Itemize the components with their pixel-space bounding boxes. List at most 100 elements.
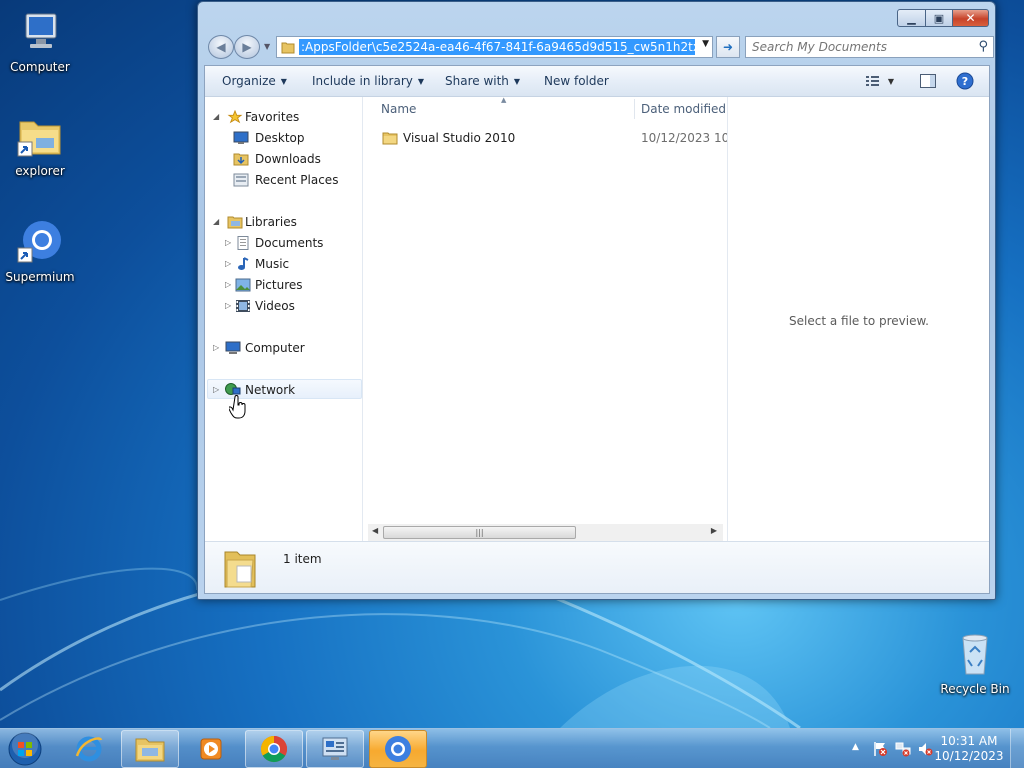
libraries-icon [227, 216, 243, 229]
minimize-icon: ▁ [907, 11, 916, 25]
folder-icon [281, 42, 295, 54]
volume-muted-icon[interactable] [917, 741, 933, 757]
show-hidden-icons-arrow-icon[interactable]: ▲ [852, 742, 859, 752]
taskbar: ▲ 10:31 AM 10/12/2023 [0, 728, 1024, 768]
include-in-library-button[interactable]: Include in library ▼ [312, 74, 424, 88]
forward-button[interactable]: ▶ [234, 35, 260, 59]
recent-places-icon [233, 173, 249, 187]
windows-orb-icon [8, 732, 42, 766]
horizontal-scrollbar[interactable]: ◀ ||| ▶ [368, 524, 723, 541]
explorer-client-area: Organize ▼ Include in library ▼ Share with… [204, 65, 990, 594]
supermium-icon [385, 736, 411, 762]
taskbar-internet-explorer[interactable] [60, 730, 118, 768]
caption-buttons: ▁ ▣ ✕ [897, 9, 989, 27]
chevron-down-icon: ▼ [417, 77, 425, 86]
taskbar-clock[interactable]: 10:31 AM 10/12/2023 [934, 734, 1004, 764]
go-arrow-icon: ➜ [722, 40, 734, 54]
maximize-icon: ▣ [933, 11, 945, 25]
back-arrow-icon: ◀ [216, 40, 226, 54]
collapsed-arrow-icon: ▷ [225, 301, 232, 310]
supermium-icon [16, 218, 64, 266]
taskbar-windows-explorer[interactable] [121, 730, 179, 768]
recycle-bin-icon [951, 630, 999, 678]
media-player-icon [200, 738, 222, 760]
address-path[interactable]: :AppsFolder\c5e2524a-ea46-4f67-841f-6a94… [299, 39, 695, 55]
address-bar[interactable]: :AppsFolder\c5e2524a-ea46-4f67-841f-6a94… [276, 36, 713, 58]
documents-icon [237, 236, 249, 250]
system-tray: ▲ 10:31 AM 10/12/2023 [834, 729, 1024, 768]
tree-item-favorites[interactable]: ◢ Favorites [213, 107, 361, 127]
desktop-icon-recycle-bin[interactable]: Recycle Bin [935, 630, 1015, 696]
hand-cursor-icon [229, 395, 246, 419]
item-count: 1 item [283, 552, 322, 566]
network-status-icon[interactable] [895, 741, 911, 757]
preview-pane: Select a file to preview. [727, 97, 989, 541]
expanded-arrow-icon: ◢ [213, 217, 220, 226]
help-button[interactable]: ? [955, 72, 975, 90]
svg-text:?: ? [962, 75, 968, 88]
scroll-right-arrow-icon[interactable]: ▶ [711, 526, 717, 535]
change-view-button[interactable]: ▼ [863, 72, 897, 90]
file-name: Visual Studio 2010 [403, 131, 516, 145]
clock-time: 10:31 AM [940, 734, 998, 748]
tree-item-computer[interactable]: ▷ Computer [213, 338, 361, 358]
desktop-icon [233, 131, 249, 144]
taskbar-control-panel[interactable] [306, 730, 364, 768]
preview-pane-icon [920, 74, 936, 88]
action-center-flag-icon[interactable] [872, 741, 888, 757]
minimize-button[interactable]: ▁ [897, 9, 926, 27]
file-list-pane: ▲ Name Date modified Visual Studio 2010 … [364, 96, 727, 541]
preview-pane-button[interactable] [918, 72, 938, 90]
tree-item-libraries[interactable]: ◢ Libraries [213, 212, 361, 232]
column-header-name[interactable]: Name [381, 97, 416, 121]
taskbar-chrome[interactable] [245, 730, 303, 768]
new-folder-button[interactable]: New folder [544, 74, 609, 88]
show-desktop-button[interactable] [1010, 729, 1024, 768]
file-row[interactable]: Visual Studio 2010 [382, 128, 642, 148]
sort-arrow-icon: ▲ [501, 96, 507, 104]
go-button[interactable]: ➜ [716, 36, 740, 58]
chevron-down-icon: ▼ [513, 77, 521, 86]
column-separator[interactable] [634, 99, 635, 119]
organize-button[interactable]: Organize ▼ [222, 74, 287, 88]
computer-icon [16, 8, 64, 56]
address-dropdown-icon[interactable]: ▼ [702, 39, 709, 49]
windows-explorer-icon [135, 738, 165, 762]
close-button[interactable]: ✕ [953, 9, 989, 27]
search-icon[interactable]: ⚲ [978, 39, 988, 54]
pictures-icon [235, 278, 251, 292]
view-details-icon [865, 76, 879, 86]
folder-icon [382, 132, 398, 145]
expanded-arrow-icon: ◢ [213, 112, 220, 121]
recent-pages-dropdown[interactable]: ▼ [264, 42, 270, 51]
desktop-icon-label: Recycle Bin [940, 682, 1010, 696]
clock-date: 10/12/2023 [934, 749, 1004, 763]
forward-arrow-icon: ▶ [242, 40, 252, 54]
chevron-down-icon: ▼ [887, 76, 895, 86]
desktop-icon-supermium[interactable]: Supermium [0, 218, 80, 284]
command-bar: Organize ▼ Include in library ▼ Share with… [205, 66, 989, 97]
details-pane: 1 item [205, 541, 989, 593]
maximize-button[interactable]: ▣ [926, 9, 953, 27]
column-header-date-modified[interactable]: Date modified [641, 97, 726, 121]
search-input[interactable] [746, 37, 966, 57]
back-button[interactable]: ◀ [208, 35, 234, 59]
scroll-left-arrow-icon[interactable]: ◀ [372, 526, 378, 535]
desktop-icon-explorer[interactable]: explorer [0, 112, 80, 178]
collapsed-arrow-icon: ▷ [213, 385, 220, 394]
open-folder-icon [224, 551, 256, 588]
file-date-modified: 10/12/2023 10:2 [641, 131, 727, 145]
chevron-down-icon: ▼ [280, 77, 287, 86]
collapsed-arrow-icon: ▷ [225, 238, 232, 247]
start-button[interactable] [4, 729, 46, 768]
collapsed-arrow-icon: ▷ [225, 259, 232, 268]
preview-message: Select a file to preview. [789, 314, 929, 328]
taskbar-supermium[interactable] [369, 730, 427, 768]
share-with-button[interactable]: Share with ▼ [445, 74, 520, 88]
scrollbar-thumb[interactable]: ||| [383, 526, 576, 539]
videos-icon [236, 300, 250, 312]
desktop-icon-label: Computer [10, 60, 70, 74]
desktop-icon-computer[interactable]: Computer [0, 8, 80, 74]
search-box[interactable]: ⚲ [745, 36, 994, 58]
taskbar-media-player[interactable] [182, 730, 240, 768]
